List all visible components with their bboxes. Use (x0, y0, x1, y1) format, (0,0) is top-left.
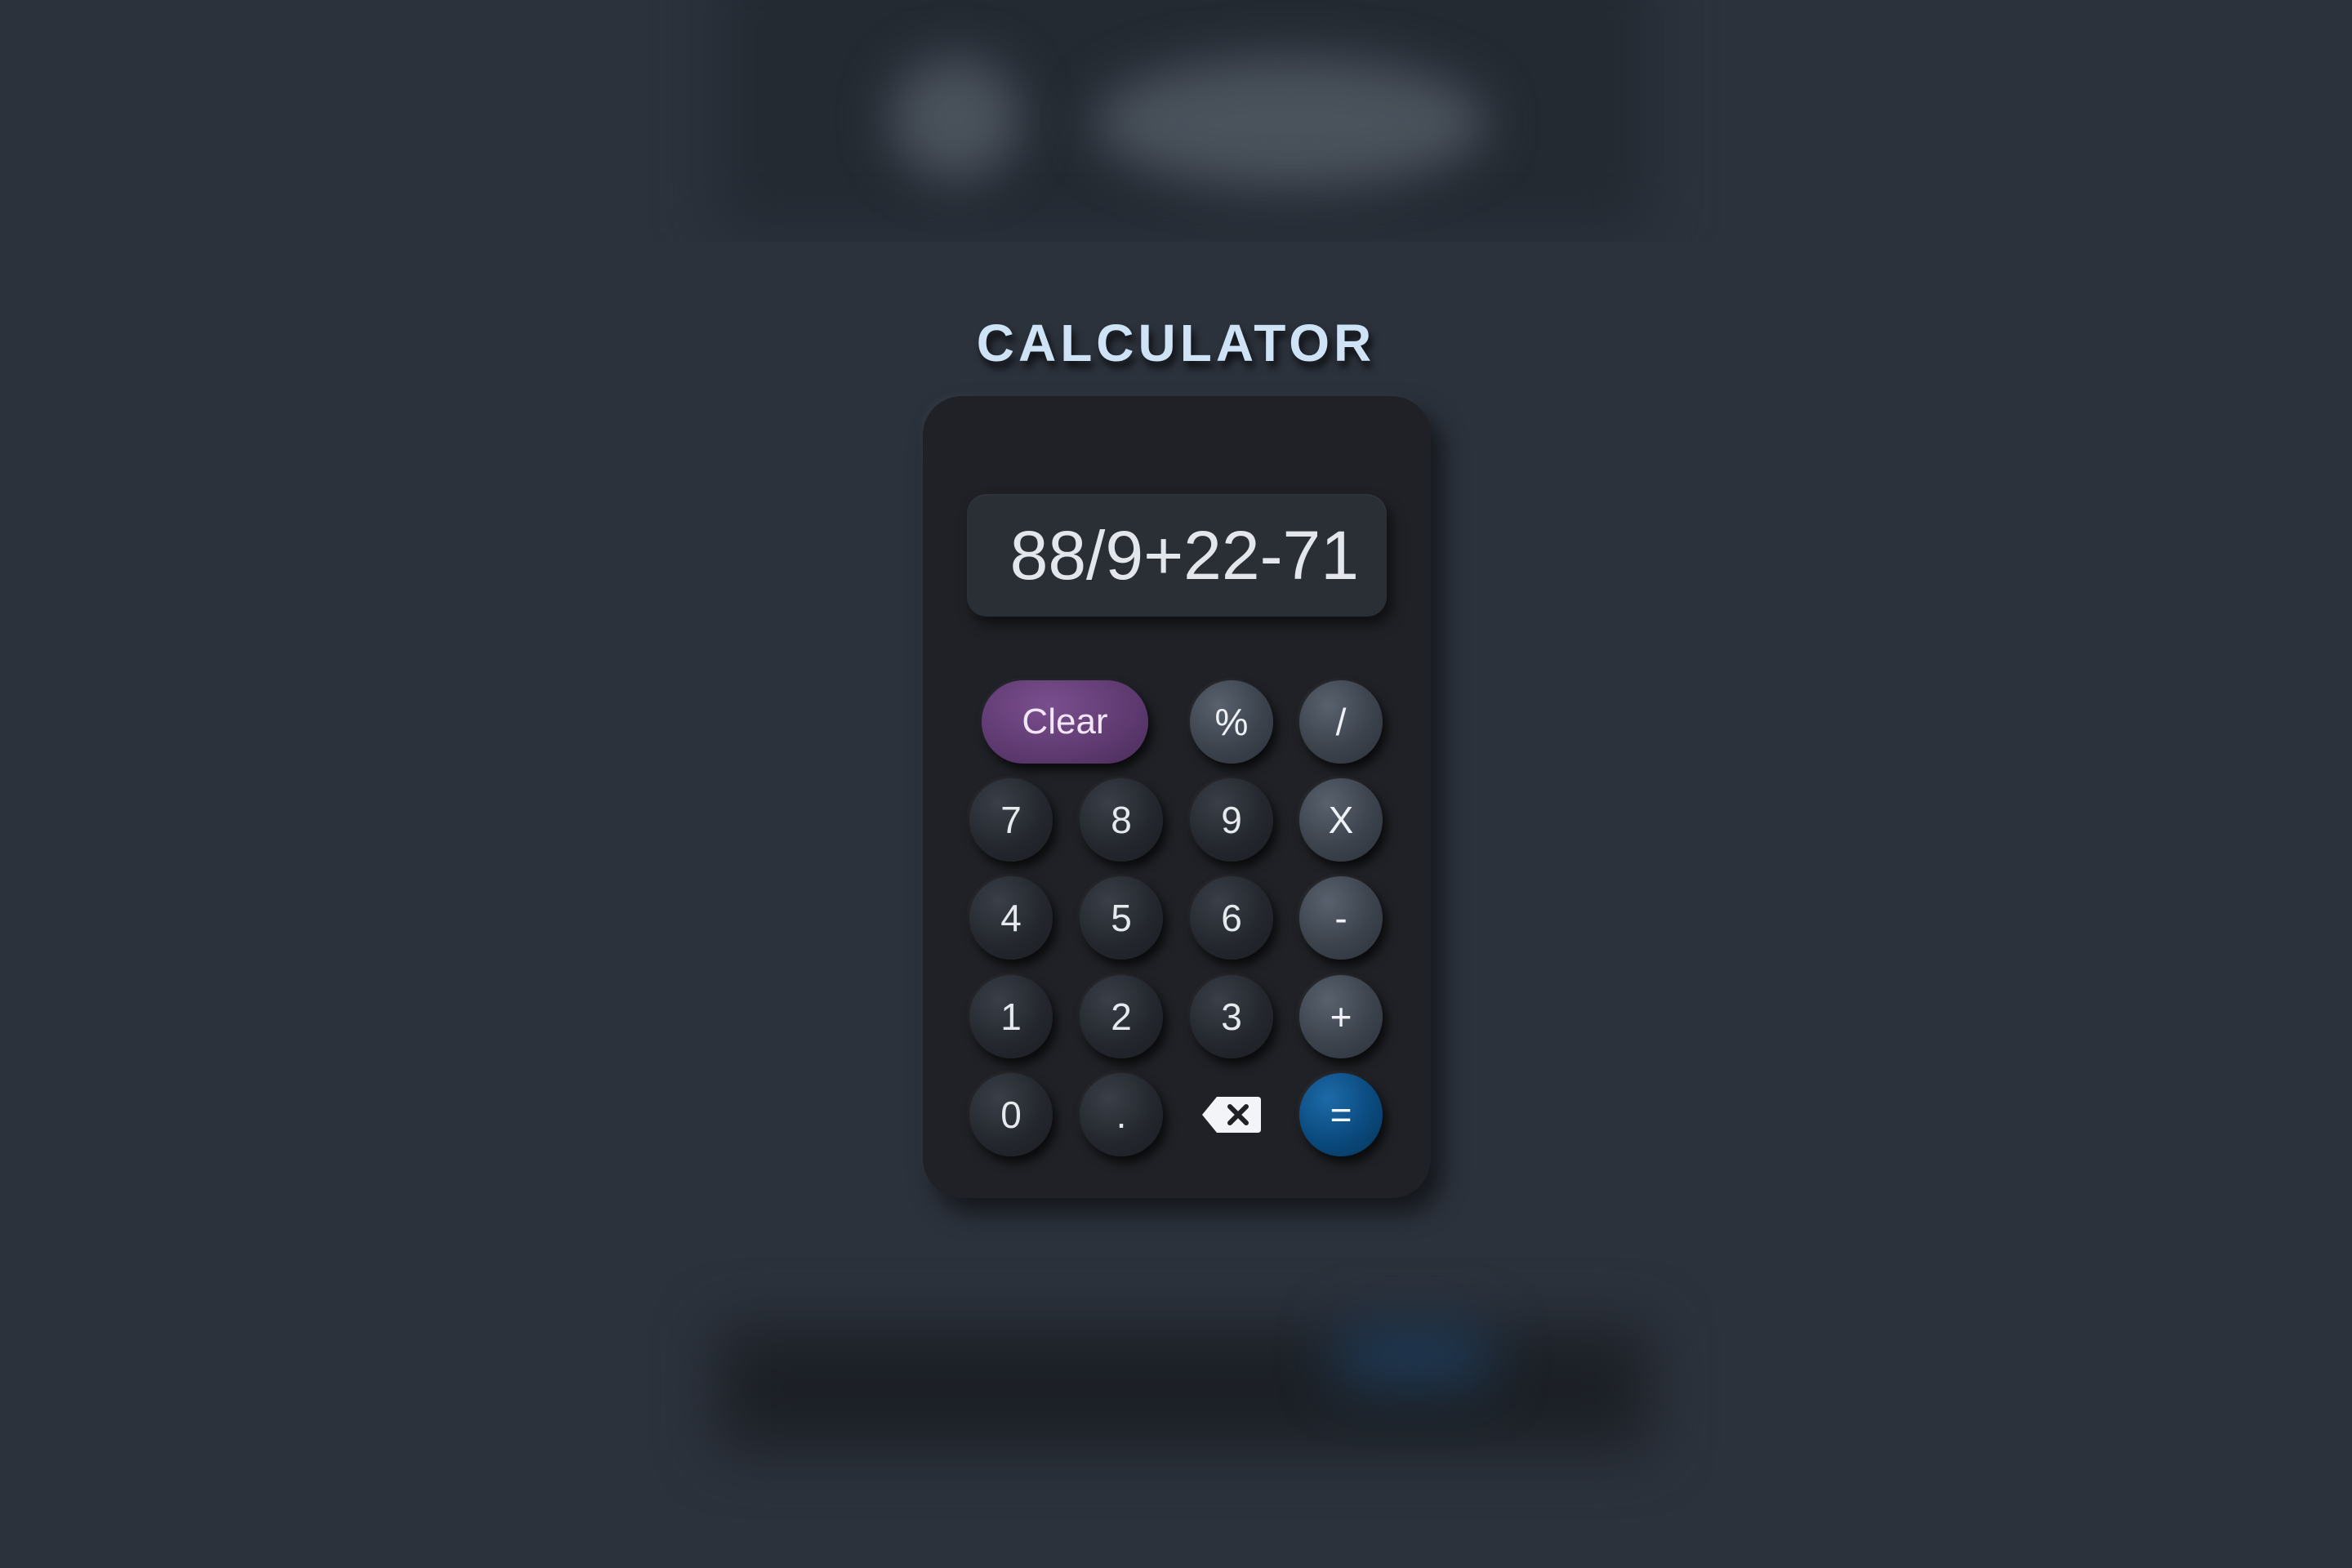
calculator-body: 88/9+22-71 Clear % / 7 8 9 X 4 5 6 - 1 2… (923, 396, 1431, 1198)
digit-4-button[interactable]: 4 (969, 876, 1053, 960)
digit-2-button[interactable]: 2 (1080, 975, 1163, 1058)
decimal-button[interactable]: . (1080, 1073, 1163, 1156)
percent-button[interactable]: % (1190, 680, 1273, 764)
digit-8-button[interactable]: 8 (1080, 778, 1163, 862)
page-title: CALCULATOR (976, 314, 1376, 372)
digit-3-button[interactable]: 3 (1190, 975, 1273, 1058)
add-button[interactable]: + (1299, 975, 1383, 1058)
blurred-backdrop-bottom (719, 1327, 1650, 1450)
digit-7-button[interactable]: 7 (969, 778, 1053, 862)
divide-button[interactable]: / (1299, 680, 1383, 764)
digit-0-button[interactable]: 0 (969, 1073, 1053, 1156)
clear-button[interactable]: Clear (982, 680, 1148, 764)
blurred-backdrop-blob (890, 57, 1021, 180)
backspace-button[interactable] (1190, 1073, 1273, 1156)
digit-1-button[interactable]: 1 (969, 975, 1053, 1058)
calculator-display: 88/9+22-71 (967, 494, 1387, 617)
blurred-backdrop-blob (1094, 57, 1486, 188)
blurred-backdrop-accent (1339, 1327, 1486, 1384)
digit-9-button[interactable]: 9 (1190, 778, 1273, 862)
multiply-button[interactable]: X (1299, 778, 1383, 862)
digit-6-button[interactable]: 6 (1190, 876, 1273, 960)
equals-button[interactable]: = (1299, 1073, 1383, 1156)
page-background: CALCULATOR 88/9+22-71 Clear % / 7 8 9 X … (0, 0, 2352, 1568)
backspace-icon (1200, 1095, 1263, 1134)
subtract-button[interactable]: - (1299, 876, 1383, 960)
digit-5-button[interactable]: 5 (1080, 876, 1163, 960)
